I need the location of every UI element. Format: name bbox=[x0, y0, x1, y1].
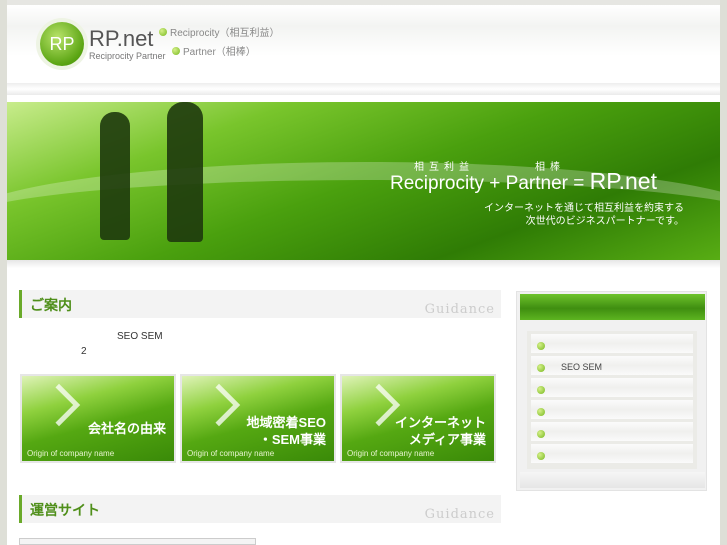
arrow-icon bbox=[37, 383, 81, 427]
arrow-circle-icon bbox=[537, 342, 545, 350]
sidebar-item[interactable] bbox=[531, 400, 693, 419]
page: RP RP.net Reciprocity Partner Reciprocit… bbox=[7, 0, 720, 545]
sidebar-item[interactable] bbox=[531, 422, 693, 441]
sidebar-item[interactable] bbox=[531, 378, 693, 397]
card-title: インターネット メディア事業 bbox=[394, 415, 486, 447]
logo-subtitle: Reciprocity Partner bbox=[89, 51, 166, 61]
sidebar-item[interactable] bbox=[531, 444, 693, 463]
site-thumbnail[interactable] bbox=[19, 538, 256, 545]
guidance-text: SEO SEM bbox=[117, 331, 163, 342]
guidance-text: 2 bbox=[81, 346, 87, 357]
logo-name[interactable]: RP.net bbox=[89, 26, 153, 52]
banner-shadow bbox=[7, 260, 720, 268]
section-heading-sites: 運営サイト Guidance bbox=[19, 495, 501, 523]
tagline-partner: Partner（相棒） bbox=[172, 43, 256, 58]
card-subtitle: Origin of company name bbox=[347, 449, 435, 458]
plus-icon: + bbox=[489, 173, 501, 194]
tagline-reciprocity: Reciprocity（相互利益） bbox=[159, 24, 279, 39]
sidebar-footer bbox=[520, 472, 705, 488]
copy-line: インターネットを通じて相互利益を約束する bbox=[484, 203, 684, 214]
dot-icon bbox=[172, 46, 180, 55]
sidebar-menu: SEO SEM bbox=[527, 331, 697, 469]
sidebar-item-seo-sem[interactable]: SEO SEM bbox=[531, 356, 693, 375]
businessman-silhouette bbox=[167, 102, 203, 242]
card-subtitle: Origin of company name bbox=[27, 449, 115, 458]
arrow-circle-icon bbox=[537, 364, 545, 372]
arrow-icon bbox=[197, 383, 241, 427]
headline-part: Partner = bbox=[505, 173, 590, 194]
arrow-circle-icon bbox=[537, 386, 545, 394]
headline-part: Reciprocity bbox=[390, 173, 484, 194]
card-company-name[interactable]: 会社名の由来 Origin of company name bbox=[20, 374, 176, 463]
dot-icon bbox=[159, 27, 167, 36]
card-internet-media[interactable]: インターネット メディア事業 Origin of company name bbox=[340, 374, 496, 463]
banner-copy: インターネットを通じて相互利益を約束する次世代のビジネスパートナーです。 bbox=[484, 202, 684, 228]
sidebar-header bbox=[520, 294, 705, 320]
section-heading-guidance: ご案内 Guidance bbox=[19, 290, 501, 318]
card-seo-sem[interactable]: 地域密着SEO ・SEM事業 Origin of company name bbox=[180, 374, 336, 463]
hero-banner: 相互利益 相棒 Reciprocity + Partner = RP.net イ… bbox=[7, 102, 720, 260]
businessman-silhouette bbox=[100, 112, 130, 240]
tagline-text: Reciprocity（相互利益） bbox=[170, 28, 280, 39]
card-title: 地域密着SEO ・SEM事業 bbox=[246, 415, 326, 447]
sidebar-item[interactable] bbox=[531, 334, 693, 353]
logo-mark[interactable]: RP bbox=[40, 22, 84, 66]
section-subtitle: Guidance bbox=[424, 302, 495, 317]
banner-headline: Reciprocity + Partner = RP.net bbox=[390, 168, 657, 195]
section-title: 運営サイト bbox=[30, 503, 100, 519]
header-divider bbox=[7, 83, 720, 95]
sidebar: SEO SEM bbox=[516, 291, 707, 491]
section-title: ご案内 bbox=[30, 298, 72, 314]
copy-line: 次世代のビジネスパートナーです。 bbox=[525, 216, 684, 227]
headline-brand: RP.net bbox=[589, 168, 657, 194]
tagline-text: Partner（相棒） bbox=[183, 47, 256, 58]
sidebar-item-label: SEO SEM bbox=[561, 362, 603, 372]
card-subtitle: Origin of company name bbox=[187, 449, 275, 458]
arrow-circle-icon bbox=[537, 452, 545, 460]
arrow-icon bbox=[357, 383, 401, 427]
arrow-circle-icon bbox=[537, 430, 545, 438]
section-subtitle: Guidance bbox=[424, 507, 495, 522]
arrow-circle-icon bbox=[537, 408, 545, 416]
card-title: 会社名の由来 bbox=[87, 421, 166, 436]
